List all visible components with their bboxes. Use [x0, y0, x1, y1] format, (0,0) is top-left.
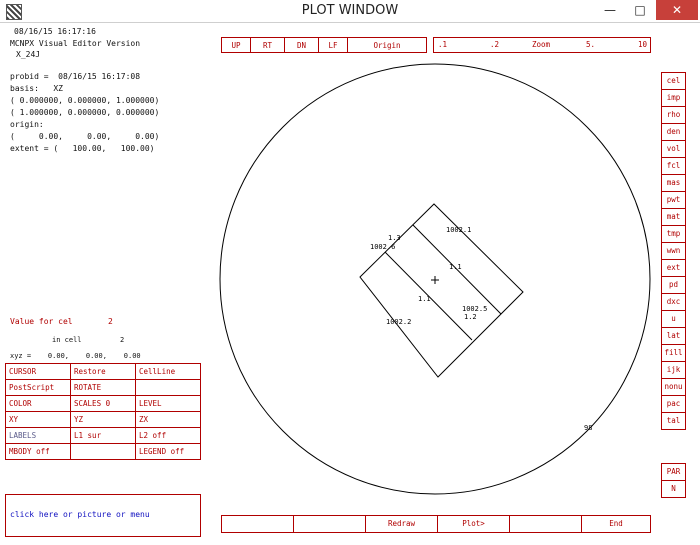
nav-down-button[interactable]: DN: [284, 37, 319, 53]
right-fcl[interactable]: fcl: [661, 157, 686, 175]
in-cell-label: in cell: [52, 336, 82, 344]
plot-label-2: 1002.6: [370, 243, 395, 251]
cell-block-outline: [359, 203, 524, 378]
menu-scales[interactable]: SCALES 0: [70, 395, 136, 412]
plot-area[interactable]: 1.3 1002.6 1002.1 1.1 1.1 1002.5 1.2 100…: [210, 55, 660, 537]
close-button[interactable]: ✕: [656, 0, 698, 20]
right-tmp[interactable]: tmp: [661, 225, 686, 243]
right-lat[interactable]: lat: [661, 327, 686, 345]
menu-color[interactable]: COLOR: [5, 395, 71, 412]
menu-zx[interactable]: ZX: [135, 411, 201, 428]
plot-label-9: 98: [584, 424, 592, 432]
in-cell-value: 2: [120, 336, 125, 344]
end-button[interactable]: End: [581, 515, 651, 533]
window-title: PLOT WINDOW: [301, 3, 399, 18]
client-area: 08/16/15 16:17:16 MCNPX Visual Editor Ve…: [0, 23, 700, 545]
nav-right-button[interactable]: RT: [250, 37, 285, 53]
menu-postscript[interactable]: PostScript: [5, 379, 71, 396]
bottom-button-5[interactable]: [509, 515, 582, 533]
plot-button[interactable]: Plot>: [437, 515, 510, 533]
right-n[interactable]: N: [661, 480, 686, 498]
menu-cursor[interactable]: CURSOR: [5, 363, 71, 380]
maximize-button[interactable]: □: [626, 0, 654, 20]
menu-labels[interactable]: LABELS: [5, 427, 71, 444]
plot-label-5: 1.1: [418, 295, 431, 303]
menu-l1-sur[interactable]: L1 sur: [70, 427, 136, 444]
zoom-label: Zoom: [532, 40, 551, 49]
right-pwt[interactable]: pwt: [661, 191, 686, 209]
basis-vector-2: ( 1.000000, 0.000000, 0.000000): [10, 108, 160, 117]
probid: probid = 08/16/15 16:17:08: [10, 72, 141, 81]
origin-value: ( 0.00, 0.00, 0.00): [10, 132, 160, 141]
xyz-readout: xyz = 0.00, 0.00, 0.00: [10, 352, 141, 360]
menu-mbody[interactable]: MBODY off: [5, 443, 71, 460]
zoom-min[interactable]: .1: [438, 40, 447, 50]
plot-label-1: 1.3: [388, 234, 401, 242]
minimize-button[interactable]: —: [596, 0, 624, 20]
right-pd[interactable]: pd: [661, 276, 686, 294]
right-imp[interactable]: imp: [661, 89, 686, 107]
right-fill[interactable]: fill: [661, 344, 686, 362]
basis-label: basis: XZ: [10, 84, 63, 93]
menu-level[interactable]: LEVEL: [135, 395, 201, 412]
right-ext[interactable]: ext: [661, 259, 686, 277]
origin-label: origin:: [10, 120, 44, 129]
right-mat[interactable]: mat: [661, 208, 686, 226]
plot-label-6: 1002.5: [462, 305, 487, 313]
plot-label-3: 1002.1: [446, 226, 471, 234]
zoom-mid[interactable]: .2: [490, 40, 499, 50]
nav-up-button[interactable]: UP: [221, 37, 251, 53]
menu-cellline[interactable]: CellLine: [135, 363, 201, 380]
menu-empty-2[interactable]: [70, 443, 136, 460]
right-tal[interactable]: tal: [661, 412, 686, 430]
menu-legend[interactable]: LEGEND off: [135, 443, 201, 460]
bottom-button-2[interactable]: [293, 515, 366, 533]
plot-label-7: 1.2: [464, 313, 477, 321]
zoom-five[interactable]: 5.: [586, 40, 595, 50]
menu-l2-off[interactable]: L2 off: [135, 427, 201, 444]
nav-left-button[interactable]: LF: [318, 37, 348, 53]
right-ijk[interactable]: ijk: [661, 361, 686, 379]
right-vol[interactable]: vol: [661, 140, 686, 158]
plot-label-4: 1.1: [449, 263, 462, 271]
right-nonu[interactable]: nonu: [661, 378, 686, 396]
right-mas[interactable]: mas: [661, 174, 686, 192]
value-label: Value for cel: [10, 317, 73, 326]
app-version: X_24J: [16, 50, 41, 59]
redraw-button[interactable]: Redraw: [365, 515, 438, 533]
right-cel[interactable]: cel: [661, 72, 686, 90]
right-pac[interactable]: pac: [661, 395, 686, 413]
right-u[interactable]: u: [661, 310, 686, 328]
menu-empty-1[interactable]: [135, 379, 201, 396]
title-bar: PLOT WINDOW — □ ✕: [0, 0, 700, 23]
menu-rotate[interactable]: ROTATE: [70, 379, 136, 396]
right-dxc[interactable]: dxc: [661, 293, 686, 311]
app-name: MCNPX Visual Editor Version: [10, 39, 141, 48]
zoom-max[interactable]: 10: [638, 40, 647, 50]
right-par[interactable]: PAR: [661, 463, 686, 481]
right-den[interactable]: den: [661, 123, 686, 141]
value-number: 2: [108, 317, 113, 326]
menu-restore[interactable]: Restore: [70, 363, 136, 380]
menu-yz[interactable]: YZ: [70, 411, 136, 428]
timestamp: 08/16/15 16:17:16: [14, 27, 96, 36]
bottom-button-1[interactable]: [221, 515, 294, 533]
basis-vector-1: ( 0.000000, 0.000000, 1.000000): [10, 96, 160, 105]
right-rho[interactable]: rho: [661, 106, 686, 124]
origin-button[interactable]: Origin: [347, 37, 427, 53]
menu-xy[interactable]: XY: [5, 411, 71, 428]
right-wwn[interactable]: wwn: [661, 242, 686, 260]
message-text: click here or picture or menu: [10, 510, 150, 519]
extent-value: extent = ( 100.00, 100.00): [10, 144, 155, 153]
plot-label-8: 1002.2: [386, 318, 411, 326]
